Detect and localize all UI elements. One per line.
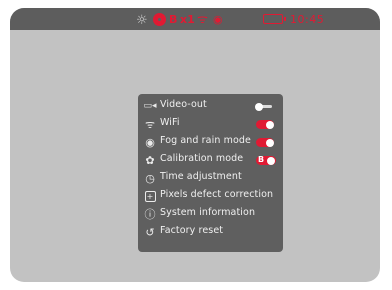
calibration-toggle[interactable]: B	[256, 155, 276, 165]
battery-icon	[263, 8, 286, 30]
menu-item-wifi[interactable]: ᯤ WiFi	[138, 116, 283, 132]
menu-item-system-info[interactable]: ⓘ System information	[138, 206, 283, 222]
menu-item-label: Pixels defect correction	[160, 189, 274, 200]
reset-icon: ↺	[145, 225, 155, 239]
fog-rain-toggle[interactable]	[256, 138, 274, 147]
calibration-icon: ✿	[145, 153, 155, 167]
device-screen: ☼ B x1 ᯤ ◉ 10:45 ▭◂ Video-out ᯤ WiFi ◉ F…	[10, 8, 380, 282]
recording-icon	[155, 8, 164, 30]
menu-item-label: Factory reset	[160, 225, 224, 236]
video-out-icon: ▭◂	[143, 100, 157, 111]
menu-item-fog-rain[interactable]: ◉ Fog and rain mode	[138, 134, 283, 150]
pixel-plus-icon: +	[144, 190, 156, 202]
menu-item-label: Time adjustment	[160, 171, 242, 182]
wifi-icon: ᯤ	[144, 117, 156, 131]
wifi-icon: ᯤ	[197, 11, 208, 26]
eye-icon: ◉	[145, 135, 155, 149]
menu-item-label: Calibration mode	[160, 153, 244, 164]
menu-item-calibration[interactable]: ✿ Calibration mode B	[138, 152, 283, 168]
status-bar: ☼ B x1 ᯤ ◉ 10:45	[10, 8, 380, 30]
menu-item-pixels-defect[interactable]: + Pixels defect correction	[138, 188, 283, 204]
mode-indicator: B	[169, 12, 178, 26]
menu-item-time-adjustment[interactable]: ◷ Time adjustment	[138, 170, 283, 186]
clock-time: 10:45	[290, 12, 325, 26]
calibration-badge: B	[258, 155, 265, 164]
info-icon: ⓘ	[144, 207, 156, 221]
brightness-icon: ☼	[136, 12, 148, 28]
menu-item-label: Video-out	[160, 99, 207, 110]
zoom-indicator: x1	[180, 12, 195, 26]
menu-item-factory-reset[interactable]: ↺ Factory reset	[138, 224, 283, 240]
menu-item-label: Fog and rain mode	[160, 135, 251, 146]
video-out-toggle[interactable]	[255, 102, 273, 111]
menu-item-label: System information	[160, 207, 256, 218]
settings-menu: ▭◂ Video-out ᯤ WiFi ◉ Fog and rain mode …	[138, 94, 283, 252]
menu-item-video-out[interactable]: ▭◂ Video-out	[138, 98, 283, 114]
clock-icon: ◷	[145, 171, 155, 185]
wifi-toggle[interactable]	[256, 120, 274, 129]
eye-icon: ◉	[213, 12, 223, 26]
menu-item-label: WiFi	[160, 117, 180, 128]
